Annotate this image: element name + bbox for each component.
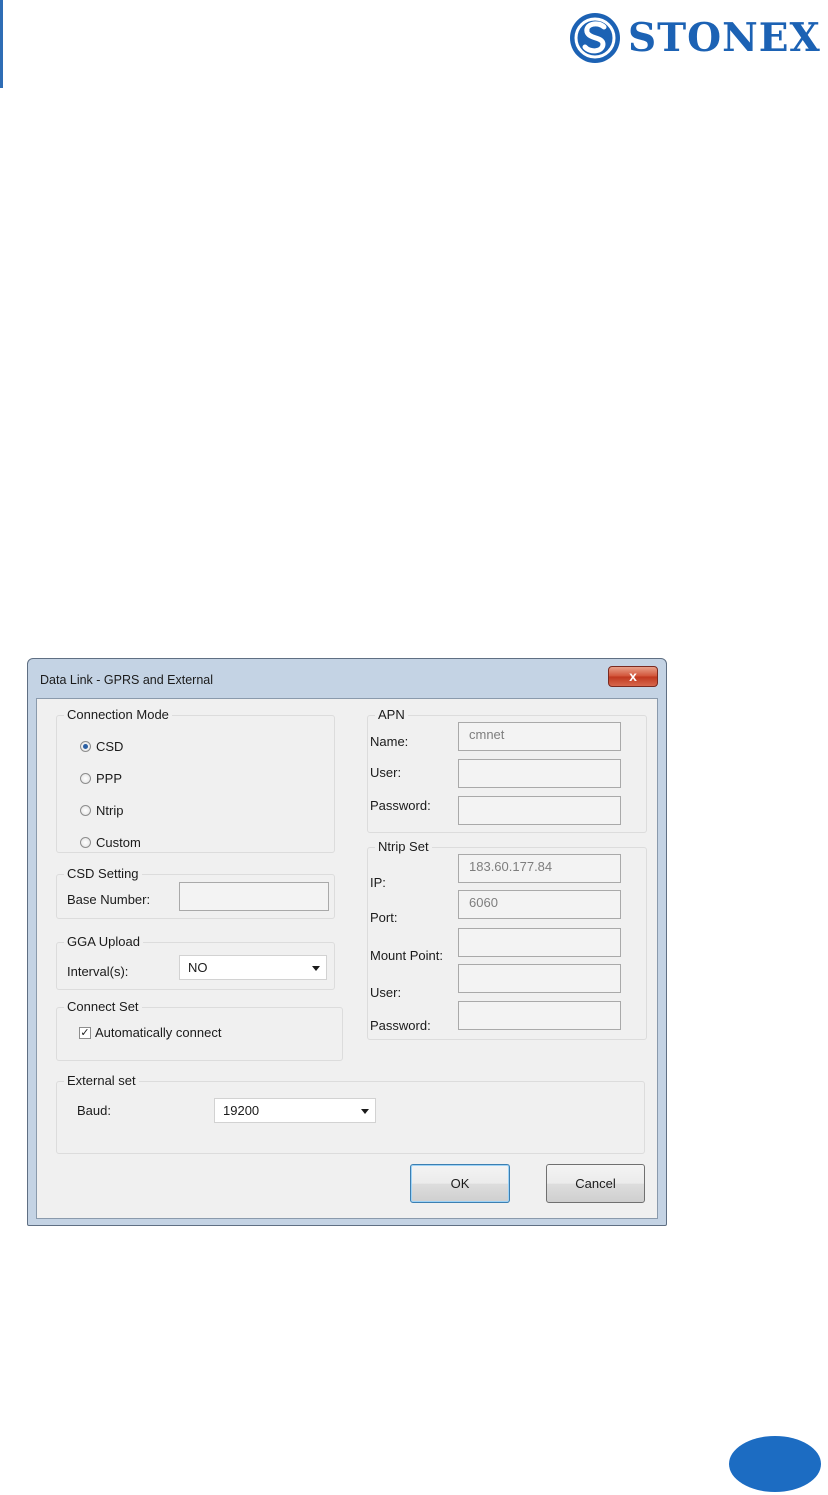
interval-label: Interval(s): <box>67 964 129 979</box>
apn-name-label: Name: <box>370 734 409 749</box>
ntrip-ip-field[interactable]: 183.60.177.84 <box>458 854 621 883</box>
radio-button[interactable] <box>80 805 91 816</box>
brand-wordmark: STONEX <box>628 15 821 61</box>
radio-custom[interactable]: Custom <box>80 835 141 850</box>
ntrip-mount-point-field[interactable] <box>458 928 621 957</box>
dialog-title: Data Link - GPRS and External <box>40 673 213 687</box>
auto-connect-checkbox[interactable]: ✓ <box>79 1026 91 1039</box>
ntrip-mount-point-label: Mount Point: <box>370 948 443 963</box>
apn-password-label: Password: <box>370 798 431 813</box>
base-number-field[interactable] <box>179 882 329 911</box>
base-number-label: Base Number: <box>67 892 151 907</box>
radio-button[interactable] <box>80 773 91 784</box>
connect-set-legend: Connect Set <box>64 999 142 1014</box>
radio-ntrip[interactable]: Ntrip <box>80 803 123 818</box>
radio-label-ppp: PPP <box>96 771 123 786</box>
ntrip-port-field[interactable]: 6060 <box>458 890 621 919</box>
external-set-legend: External set <box>64 1073 139 1088</box>
apn-password-field[interactable] <box>458 796 621 825</box>
ntrip-set-group: Ntrip Set IP: 183.60.177.84 Port: 6060 M… <box>367 839 647 1040</box>
apn-group: APN Name: cmnet User: Password: <box>367 707 647 833</box>
external-set-group: External set Baud: 19200 <box>56 1073 645 1154</box>
csd-setting-legend: CSD Setting <box>64 866 142 881</box>
data-link-dialog: Data Link - GPRS and External x Connecti… <box>27 658 667 1226</box>
ntrip-password-label: Password: <box>370 1018 431 1033</box>
ntrip-port-label: Port: <box>370 910 398 925</box>
baud-select[interactable]: 19200 <box>214 1098 376 1123</box>
apn-user-field[interactable] <box>458 759 621 788</box>
ntrip-ip-label: IP: <box>370 875 386 890</box>
close-button[interactable]: x <box>608 666 658 687</box>
auto-connect-checkbox-row[interactable]: ✓ Automatically connect <box>79 1025 221 1040</box>
baud-label: Baud: <box>77 1103 111 1118</box>
dropdown-arrow-icon <box>312 966 320 971</box>
page-number-badge <box>729 1436 821 1492</box>
interval-select-value: NO <box>188 960 208 975</box>
auto-connect-label: Automatically connect <box>95 1025 222 1040</box>
gga-upload-group: GGA Upload Interval(s): NO <box>56 934 335 990</box>
apn-name-field[interactable]: cmnet <box>458 722 621 751</box>
radio-button[interactable] <box>80 837 91 848</box>
ntrip-password-field[interactable] <box>458 1001 621 1030</box>
ok-button[interactable]: OK <box>410 1164 510 1203</box>
apn-user-label: User: <box>370 765 402 780</box>
apn-legend: APN <box>375 707 408 722</box>
dialog-titlebar[interactable]: Data Link - GPRS and External x <box>28 659 666 699</box>
page-edge-bar <box>0 0 3 88</box>
ntrip-user-field[interactable] <box>458 964 621 993</box>
dialog-client-area: Connection Mode CSD PPP Ntrip Custom CSD… <box>36 698 658 1219</box>
radio-csd[interactable]: CSD <box>80 739 123 754</box>
radio-label-csd: CSD <box>96 739 124 754</box>
radio-label-custom: Custom <box>96 835 141 850</box>
dropdown-arrow-icon <box>361 1109 369 1114</box>
ntrip-set-legend: Ntrip Set <box>375 839 432 854</box>
connect-set-group: Connect Set ✓ Automatically connect <box>56 999 343 1061</box>
radio-button-checked[interactable] <box>80 741 91 752</box>
stonex-logo: STONEX <box>568 8 821 68</box>
radio-ppp[interactable]: PPP <box>80 771 122 786</box>
gga-upload-legend: GGA Upload <box>64 934 143 949</box>
radio-label-ntrip: Ntrip <box>96 803 124 818</box>
interval-select[interactable]: NO <box>179 955 327 980</box>
cancel-button[interactable]: Cancel <box>546 1164 645 1203</box>
ntrip-user-label: User: <box>370 985 402 1000</box>
close-icon: x <box>629 668 637 684</box>
stonex-emblem-icon <box>570 13 620 63</box>
csd-setting-group: CSD Setting Base Number: <box>56 866 335 919</box>
connection-mode-legend: Connection Mode <box>64 707 172 722</box>
connection-mode-group: Connection Mode CSD PPP Ntrip Custom <box>56 707 335 853</box>
baud-select-value: 19200 <box>223 1103 260 1118</box>
